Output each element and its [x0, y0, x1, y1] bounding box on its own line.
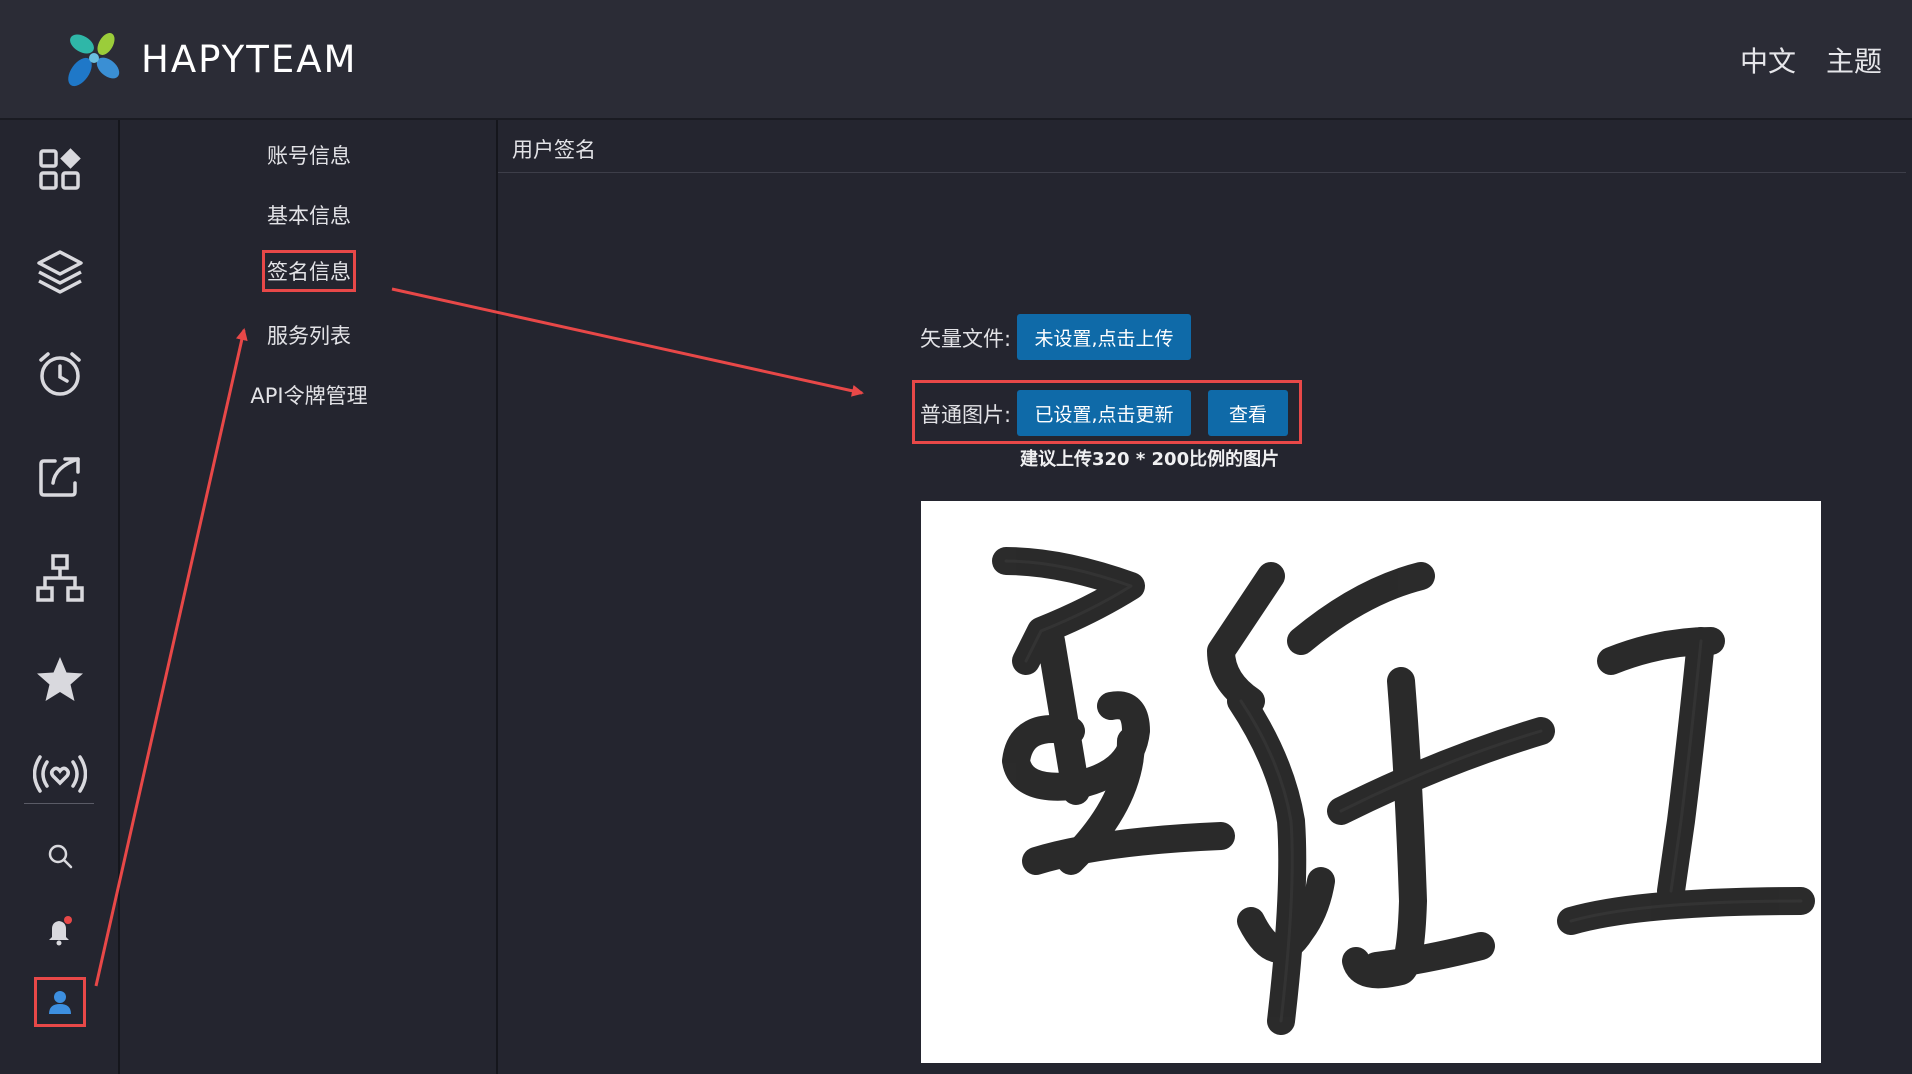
alarm-clock-icon[interactable]	[30, 344, 90, 404]
subnav-item-signature-info[interactable]: 签名信息	[120, 250, 498, 292]
bell-icon[interactable]	[30, 900, 90, 960]
star-icon[interactable]	[30, 650, 90, 710]
icon-rail	[0, 120, 120, 1074]
subnav-item-basic-info[interactable]: 基本信息	[120, 194, 498, 236]
page-title: 用户签名	[512, 138, 596, 162]
subnav-item-label: 签名信息	[262, 250, 356, 292]
subnav-item-label: 基本信息	[267, 204, 351, 228]
signature-image	[921, 501, 1821, 1063]
search-icon[interactable]	[30, 826, 90, 886]
vector-file-label: 矢量文件:	[920, 327, 1012, 351]
theme-switch[interactable]: 主题	[1826, 40, 1882, 80]
user-icon	[49, 991, 71, 1014]
subnav-item-label: API令牌管理	[250, 384, 368, 408]
top-bar: HAPYTEAM 中文 主题	[0, 0, 1912, 120]
view-button[interactable]: 查看	[1208, 390, 1288, 436]
subnav-item-label: 服务列表	[267, 324, 351, 348]
image-label: 普通图片:	[920, 403, 1012, 427]
subnav-item-api-token[interactable]: API令牌管理	[120, 374, 498, 416]
notification-dot	[64, 916, 72, 924]
account-subnav: 账号信息 基本信息 签名信息 服务列表 API令牌管理	[120, 120, 498, 1074]
language-switch[interactable]: 中文	[1740, 40, 1796, 80]
layers-icon[interactable]	[30, 242, 90, 302]
share-icon[interactable]	[30, 446, 90, 506]
image-update-button[interactable]: 已设置,点击更新	[1017, 390, 1191, 436]
subnav-item-label: 账号信息	[267, 144, 351, 168]
subnav-item-service-list[interactable]: 服务列表	[120, 314, 498, 356]
upload-hint: 建议上传320 * 200比例的图片	[1020, 449, 1280, 470]
rail-divider	[24, 803, 94, 804]
brand-name: HAPYTEAM	[141, 38, 358, 81]
vector-upload-button[interactable]: 未设置,点击上传	[1017, 314, 1191, 360]
title-divider	[498, 172, 1906, 173]
broadcast-icon[interactable]	[30, 744, 90, 804]
subnav-item-account-info[interactable]: 账号信息	[120, 134, 498, 176]
logo-icon	[68, 33, 120, 87]
dashboard-icon[interactable]	[30, 140, 90, 200]
user-profile-button[interactable]	[34, 977, 86, 1027]
signature-panel: 用户签名 矢量文件: 未设置,点击上传 普通图片: 已设置,点击更新 查看 建议…	[498, 120, 1912, 1074]
sitemap-icon[interactable]	[30, 548, 90, 608]
